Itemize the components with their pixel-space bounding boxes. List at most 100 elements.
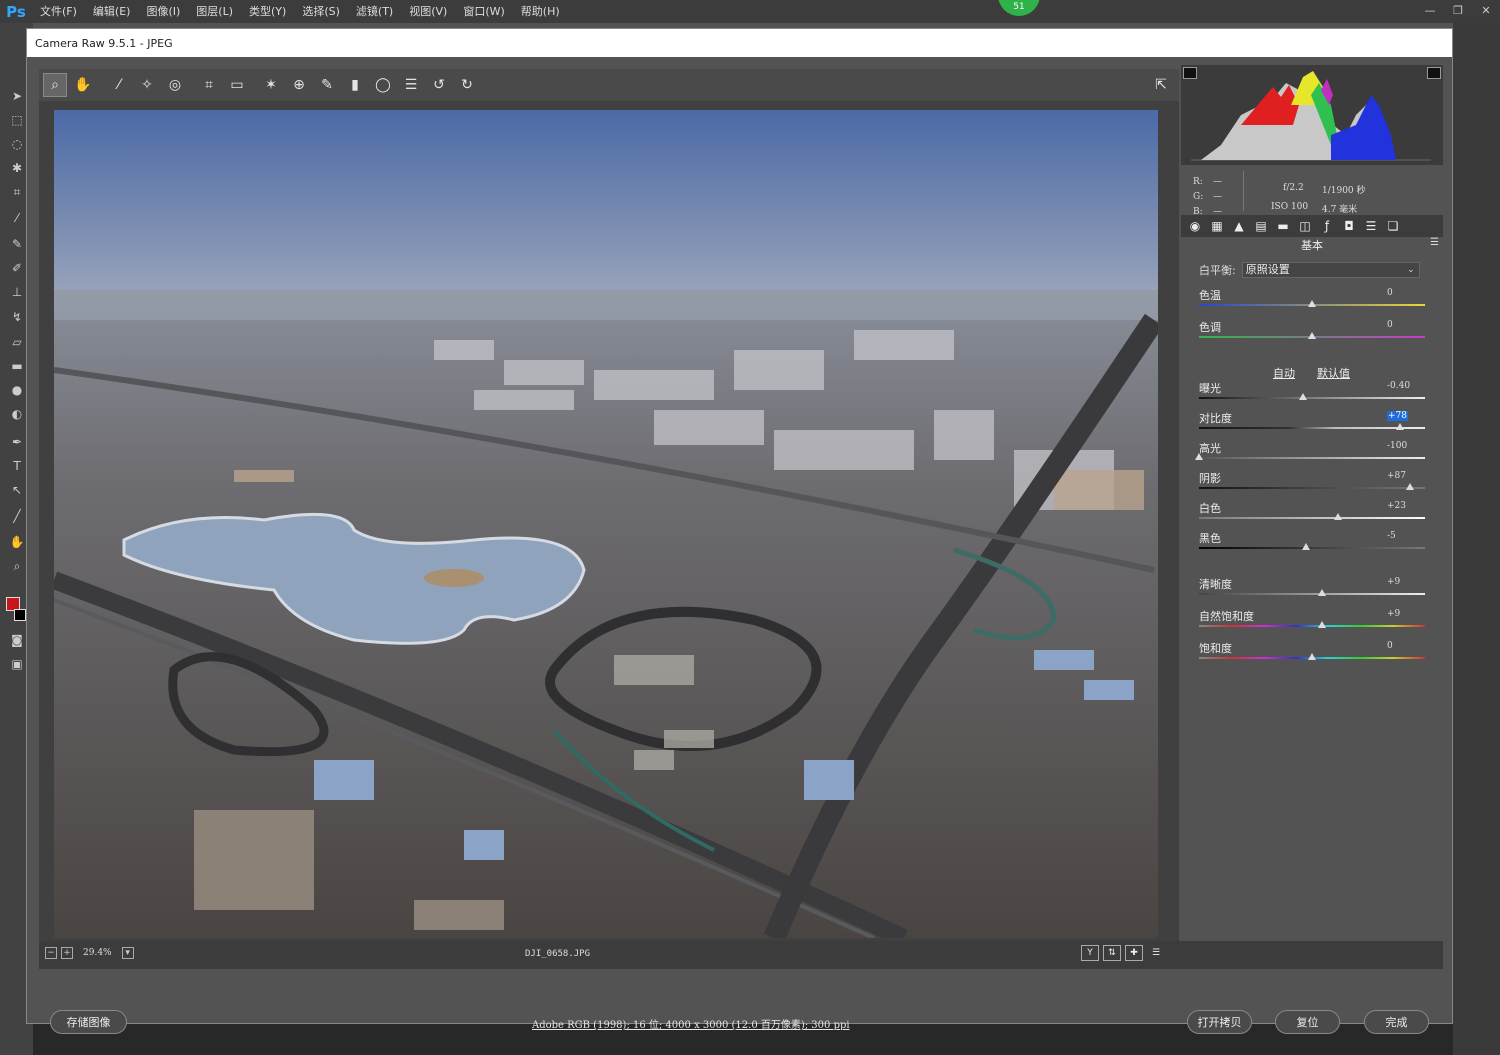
panel-menu-icon[interactable]: ☰ (1430, 237, 1439, 248)
path-select-icon[interactable]: ↖ (8, 481, 26, 499)
done-button[interactable]: 完成 (1364, 1010, 1429, 1034)
gradient-tool-icon[interactable]: ▬ (8, 357, 26, 375)
slider-value[interactable]: 0 (1387, 320, 1393, 330)
detail-tab-icon[interactable]: ▲ (1231, 219, 1247, 233)
marquee-tool-icon[interactable]: ⬚ (8, 111, 26, 129)
dodge-tool-icon[interactable]: ◐ (8, 405, 26, 423)
hand-tool-icon[interactable]: ✋ (71, 73, 95, 97)
reset-button[interactable]: 复位 (1275, 1010, 1340, 1034)
slider-value[interactable]: +9 (1387, 609, 1400, 619)
slider-thumb[interactable] (1308, 332, 1316, 339)
rotate-right-icon[interactable]: ↻ (455, 73, 479, 97)
red-eye-icon[interactable]: ⊕ (287, 73, 311, 97)
slider-thumb[interactable] (1298, 393, 1307, 400)
line-tool-icon[interactable]: ╱ (8, 507, 26, 525)
rotate-left-icon[interactable]: ↺ (427, 73, 451, 97)
zoom-in-button[interactable]: + (61, 947, 73, 959)
before-after-toggle-icon[interactable]: Y (1081, 945, 1099, 961)
move-tool-icon[interactable]: ➤ (8, 87, 26, 105)
close-icon[interactable]: ✕ (1472, 0, 1500, 20)
background-color-swatch[interactable] (14, 609, 26, 621)
slider-track[interactable] (1195, 453, 1425, 460)
fullscreen-toggle-icon[interactable]: ⇱ (1149, 73, 1173, 97)
zoom-tool-icon[interactable]: ⌕ (43, 73, 67, 97)
spot-removal-icon[interactable]: ✶ (259, 73, 283, 97)
slider-thumb[interactable] (1318, 589, 1327, 596)
photo-preview[interactable] (54, 110, 1158, 938)
adjustment-brush-icon[interactable]: ✎ (315, 73, 339, 97)
slider-track[interactable] (1199, 423, 1425, 430)
slider-value[interactable]: -100 (1387, 441, 1407, 451)
menu-help[interactable]: 帮助(H) (513, 0, 568, 23)
blur-tool-icon[interactable]: ● (8, 381, 26, 399)
minimize-icon[interactable]: — (1416, 0, 1444, 20)
slider-thumb[interactable] (1318, 621, 1327, 628)
slider-track[interactable] (1199, 653, 1425, 660)
slider-track[interactable] (1199, 300, 1425, 307)
save-image-button[interactable]: 存储图像 (50, 1010, 127, 1034)
crop-tool-icon[interactable]: ⌗ (197, 73, 221, 97)
notification-badge[interactable]: 51 (998, 0, 1040, 16)
slider-thumb[interactable] (1195, 453, 1203, 460)
slider-track[interactable] (1199, 543, 1425, 550)
hsl-tab-icon[interactable]: ▤ (1253, 219, 1269, 233)
effects-tab-icon[interactable]: ƒ (1319, 219, 1335, 233)
basic-tab-icon[interactable]: ◉ (1187, 219, 1203, 233)
image-preview-area[interactable] (39, 101, 1179, 941)
zoom-level[interactable]: 29.4% (83, 948, 112, 958)
slider-value[interactable]: +78 (1387, 411, 1408, 421)
menu-window[interactable]: 窗口(W) (455, 0, 512, 23)
menu-type[interactable]: 类型(Y) (241, 0, 294, 23)
hand-tool-icon[interactable]: ✋ (8, 533, 26, 551)
eraser-tool-icon[interactable]: ▱ (8, 333, 26, 351)
type-tool-icon[interactable]: T (8, 457, 26, 475)
targeted-adjust-icon[interactable]: ◎ (163, 73, 187, 97)
split-toning-tab-icon[interactable]: ▬ (1275, 219, 1291, 233)
snapshots-tab-icon[interactable]: ❏ (1385, 219, 1401, 233)
tone-curve-tab-icon[interactable]: ▦ (1209, 219, 1225, 233)
slider-thumb[interactable] (1308, 300, 1316, 307)
menu-layer[interactable]: 图层(L) (188, 0, 241, 23)
slider-value[interactable]: 0 (1387, 288, 1393, 298)
open-copy-button[interactable]: 打开拷贝 (1187, 1010, 1252, 1034)
copy-settings-icon[interactable]: ✚ (1125, 945, 1143, 961)
slider-thumb[interactable] (1406, 483, 1415, 490)
menu-view[interactable]: 视图(V) (401, 0, 455, 23)
slider-track[interactable] (1199, 513, 1425, 520)
straighten-tool-icon[interactable]: ▭ (225, 73, 249, 97)
radial-filter-icon[interactable]: ◯ (371, 73, 395, 97)
lens-corrections-tab-icon[interactable]: ◫ (1297, 219, 1313, 233)
slider-value[interactable]: +87 (1387, 471, 1406, 481)
preview-preferences-icon[interactable]: ☰ (1147, 945, 1165, 961)
menu-edit[interactable]: 编辑(E) (85, 0, 139, 23)
white-balance-select[interactable]: 原照设置 ⌄ (1241, 262, 1420, 278)
slider-track[interactable] (1199, 589, 1425, 596)
stamp-tool-icon[interactable]: ⊥ (8, 283, 26, 301)
screen-mode-icon[interactable]: ▣ (8, 655, 26, 673)
eyedropper-tool-icon[interactable]: ⁄ (8, 209, 26, 227)
white-balance-tool-icon[interactable]: ⁄ (107, 73, 131, 97)
slider-value[interactable]: +9 (1387, 577, 1400, 587)
zoom-tool-icon[interactable]: ⌕ (8, 557, 26, 575)
swap-settings-icon[interactable]: ⇅ (1103, 945, 1121, 961)
auto-link[interactable]: 自动 (1273, 365, 1295, 381)
crop-tool-icon[interactable]: ⌗ (8, 183, 26, 201)
menu-image[interactable]: 图像(I) (138, 0, 188, 23)
slider-track[interactable] (1199, 621, 1425, 628)
slider-value[interactable]: +23 (1387, 501, 1406, 511)
lasso-tool-icon[interactable]: ◌ (8, 135, 26, 153)
preferences-icon[interactable]: ☰ (399, 73, 423, 97)
slider-track[interactable] (1199, 483, 1425, 490)
slider-thumb[interactable] (1308, 653, 1316, 660)
pen-tool-icon[interactable]: ✒ (8, 433, 26, 451)
slider-thumb[interactable] (1396, 423, 1405, 430)
menu-file[interactable]: 文件(F) (32, 0, 85, 23)
color-sampler-icon[interactable]: ✧ (135, 73, 159, 97)
workflow-options-link[interactable]: Adobe RGB (1998); 16 位; 4000 x 3000 (12.… (532, 1016, 850, 1031)
magic-wand-icon[interactable]: ✱ (8, 159, 26, 177)
default-link[interactable]: 默认值 (1317, 365, 1350, 381)
camera-calibration-tab-icon[interactable]: ◘ (1341, 219, 1357, 233)
brush-tool-icon[interactable]: ✐ (8, 259, 26, 277)
graduated-filter-icon[interactable]: ▮ (343, 73, 367, 97)
menu-filter[interactable]: 滤镜(T) (348, 0, 401, 23)
